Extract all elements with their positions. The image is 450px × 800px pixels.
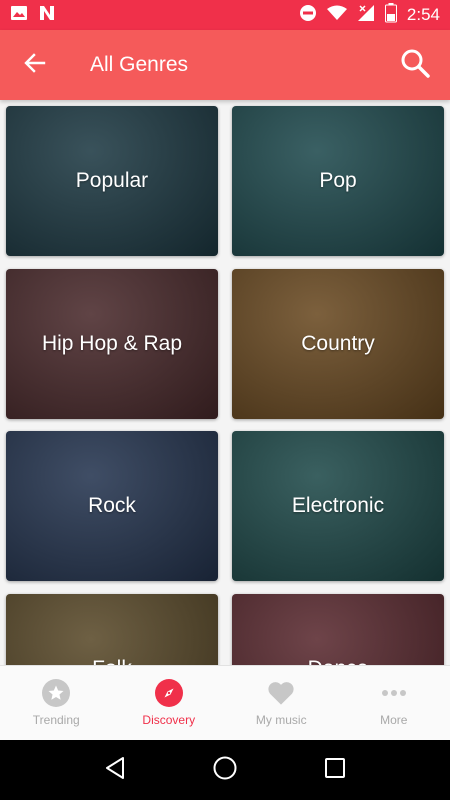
- genre-tile[interactable]: Folk: [6, 594, 218, 665]
- genre-tile-label: Electronic: [291, 494, 385, 517]
- genre-tile-image: [232, 594, 444, 665]
- notification-n-icon: [38, 5, 56, 26]
- nav-label: Trending: [32, 713, 80, 727]
- square-recents-icon: [324, 757, 346, 784]
- genre-tile[interactable]: Popular: [6, 106, 218, 256]
- more-dots-icon: [380, 679, 408, 707]
- arrow-left-icon: [24, 52, 46, 79]
- system-back-button[interactable]: [95, 750, 135, 790]
- triangle-back-icon: [104, 756, 126, 785]
- signal-icon: [357, 4, 375, 27]
- nav-my-music[interactable]: My music: [225, 666, 338, 740]
- page-title: All Genres: [90, 53, 189, 76]
- nav-trending[interactable]: Trending: [0, 666, 113, 740]
- compass-icon: [154, 679, 183, 707]
- circle-home-icon: [212, 755, 238, 786]
- genre-tile[interactable]: Pop: [232, 106, 444, 256]
- genre-tile-label: Hip Hop & Rap: [41, 332, 183, 355]
- image-icon: [10, 5, 28, 26]
- genre-tile[interactable]: Country: [232, 269, 444, 419]
- genre-tile-label: Folk: [92, 657, 132, 665]
- genre-tile-label: Dance: [308, 657, 369, 665]
- back-button[interactable]: [0, 30, 70, 100]
- nav-label: More: [380, 713, 408, 727]
- genre-tile[interactable]: Rock: [6, 431, 218, 581]
- status-time: 2:54: [406, 5, 440, 24]
- battery-icon: [384, 2, 397, 28]
- genre-list[interactable]: Popular Pop Hip Hop & Rap Country Rock Electr…: [0, 100, 450, 665]
- system-home-button[interactable]: [205, 750, 245, 790]
- nav-label: My music: [255, 713, 307, 727]
- genre-tile[interactable]: Electronic: [232, 431, 444, 581]
- genre-tile[interactable]: Hip Hop & Rap: [6, 269, 218, 419]
- nav-discovery[interactable]: Discovery: [113, 666, 226, 740]
- search-button[interactable]: [380, 30, 450, 100]
- status-bar: 2:54: [0, 0, 450, 30]
- genre-tile-label: Pop: [319, 169, 357, 192]
- search-icon: [400, 48, 430, 83]
- do-not-disturb-icon: [299, 4, 317, 27]
- nav-label: Discovery: [142, 713, 196, 727]
- genre-tile-label: Rock: [88, 494, 136, 517]
- system-recents-button[interactable]: [315, 750, 355, 790]
- heart-icon: [267, 679, 295, 707]
- system-navigation-bar: [0, 740, 450, 800]
- genre-tile-image: [6, 594, 218, 665]
- star-icon: [42, 679, 71, 707]
- genre-tile-label: Popular: [75, 169, 149, 192]
- bottom-navigation: Trending Discovery My music More: [0, 665, 450, 740]
- app-bar: All Genres: [0, 30, 450, 100]
- genre-tile-label: Country: [301, 332, 375, 355]
- wifi-icon: [326, 5, 347, 26]
- genre-tile[interactable]: Dance: [232, 594, 444, 665]
- nav-more[interactable]: More: [338, 666, 450, 740]
